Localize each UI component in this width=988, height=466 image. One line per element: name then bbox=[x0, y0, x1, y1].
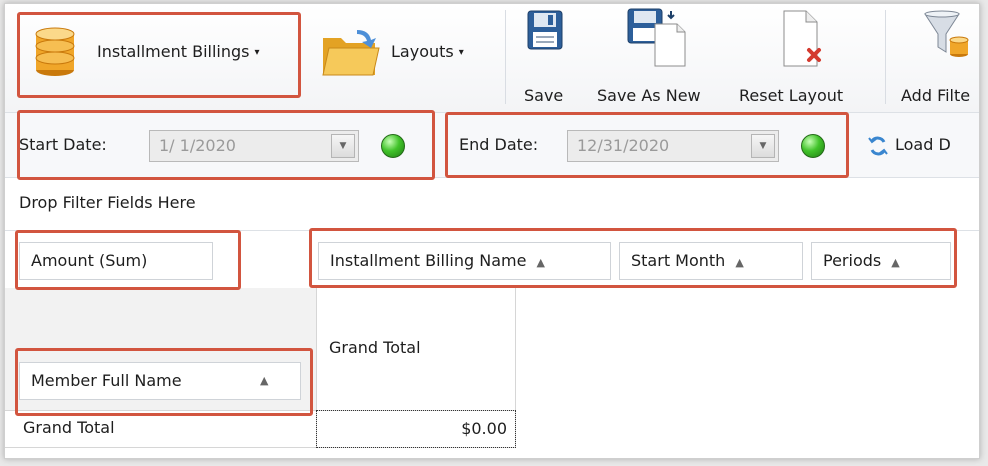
add-filter-label: Add Filte bbox=[901, 86, 971, 105]
save-button[interactable]: Save bbox=[513, 8, 577, 108]
data-field-amount-sum[interactable]: Amount (Sum) bbox=[19, 242, 213, 280]
sort-ascending-icon[interactable]: ▲ bbox=[536, 256, 544, 269]
column-field-installment-billing-name[interactable]: Installment Billing Name ▲ bbox=[318, 242, 611, 280]
reset-layout-label: Reset Layout bbox=[739, 86, 844, 105]
refresh-icon bbox=[868, 136, 888, 156]
data-field-label: Amount (Sum) bbox=[31, 251, 148, 270]
row-field-member-full-name[interactable]: Member Full Name ▲ bbox=[19, 362, 301, 400]
grand-total-value: $0.00 bbox=[461, 419, 507, 438]
column-field-label: Installment Billing Name bbox=[330, 251, 527, 270]
ribbon-separator bbox=[885, 10, 886, 104]
column-grand-total-header[interactable]: Grand Total bbox=[329, 338, 421, 357]
load-data-label: Load D bbox=[895, 135, 951, 154]
chevron-down-icon: ▾ bbox=[458, 47, 464, 58]
reset-layout-button[interactable]: Reset Layout bbox=[735, 8, 869, 108]
end-date-value: 12/31/2020 bbox=[577, 136, 670, 155]
add-filter-button[interactable]: Add Filte bbox=[893, 8, 979, 108]
pivot-window: Installment Billings ▾ Layouts ▾ Save Sa… bbox=[4, 3, 980, 459]
column-field-label: Periods bbox=[823, 251, 882, 270]
installment-billings-button[interactable]: Installment Billings ▾ bbox=[17, 14, 299, 94]
sort-ascending-icon[interactable]: ▲ bbox=[260, 363, 268, 399]
end-date-status-icon bbox=[801, 134, 825, 158]
sort-ascending-icon[interactable]: ▲ bbox=[735, 256, 743, 269]
start-date-value: 1/ 1/2020 bbox=[159, 136, 236, 155]
folder-icon bbox=[322, 30, 380, 76]
sort-ascending-icon[interactable]: ▲ bbox=[891, 256, 899, 269]
filter-area-text: Drop Filter Fields Here bbox=[19, 193, 196, 212]
end-date-dropdown-button[interactable]: ▼ bbox=[751, 134, 775, 158]
save-as-new-icon bbox=[627, 8, 686, 67]
start-date-field[interactable]: 1/ 1/2020 bbox=[149, 130, 359, 162]
layouts-button[interactable]: Layouts ▾ bbox=[317, 22, 489, 86]
row-field-label: Member Full Name bbox=[31, 371, 182, 390]
reset-layout-icon bbox=[783, 10, 821, 67]
grand-total-cell[interactable]: $0.00 bbox=[316, 410, 516, 448]
load-data-button[interactable]: Load D bbox=[865, 131, 979, 161]
ribbon-toolbar: Installment Billings ▾ Layouts ▾ Save Sa… bbox=[5, 4, 979, 112]
end-date-label: End Date: bbox=[459, 135, 539, 154]
save-icon bbox=[527, 10, 563, 50]
column-field-periods[interactable]: Periods ▲ bbox=[811, 242, 951, 280]
chevron-down-icon: ▼ bbox=[339, 141, 347, 151]
ribbon-separator bbox=[505, 10, 506, 104]
chevron-down-icon: ▼ bbox=[759, 141, 767, 151]
start-date-dropdown-button[interactable]: ▼ bbox=[331, 134, 355, 158]
end-date-field[interactable]: 12/31/2020 bbox=[567, 130, 779, 162]
start-date-label: Start Date: bbox=[19, 135, 107, 154]
installment-billings-label: Installment Billings bbox=[97, 42, 250, 61]
filter-icon bbox=[924, 10, 969, 57]
save-as-new-button[interactable]: Save As New bbox=[591, 8, 729, 108]
date-range-bar: Start Date: 1/ 1/2020 ▼ End Date: 12/31/… bbox=[5, 112, 979, 178]
column-field-label: Start Month bbox=[631, 251, 726, 270]
start-date-status-icon bbox=[381, 134, 405, 158]
save-label: Save bbox=[524, 86, 564, 105]
layouts-label: Layouts bbox=[391, 42, 454, 61]
database-icon bbox=[35, 27, 75, 76]
column-field-start-month[interactable]: Start Month ▲ bbox=[619, 242, 803, 280]
save-as-new-label: Save As New bbox=[597, 86, 701, 105]
chevron-down-icon: ▾ bbox=[254, 47, 260, 58]
filter-drop-area[interactable]: Drop Filter Fields Here bbox=[5, 179, 979, 231]
row-grand-total-header[interactable]: Grand Total bbox=[23, 418, 115, 437]
